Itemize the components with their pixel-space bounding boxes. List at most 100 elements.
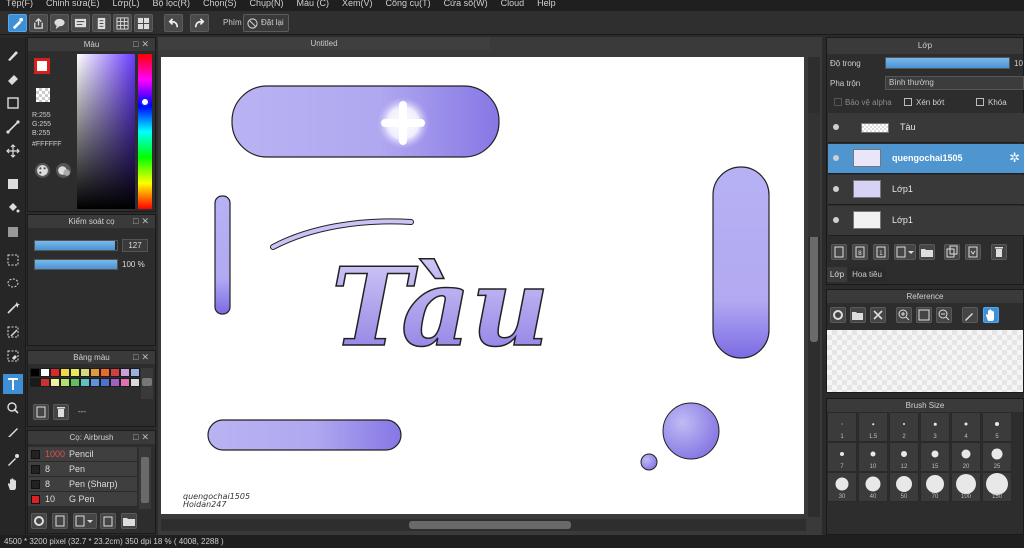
layer-opacity-slider[interactable] xyxy=(885,57,1010,69)
layer-list-scrollbar[interactable] xyxy=(808,113,820,237)
swatch-color[interactable] xyxy=(120,368,130,377)
new-layer-button[interactable] xyxy=(831,244,847,260)
swatch-color[interactable] xyxy=(90,378,100,387)
swatch-color[interactable] xyxy=(130,378,140,387)
menu-color[interactable]: Màu (C) xyxy=(291,0,337,9)
brush-opacity-slider[interactable] xyxy=(34,259,118,270)
add-layer-dropdown-button[interactable] xyxy=(894,244,916,260)
fill-rect-tool[interactable] xyxy=(3,174,23,194)
saturation-value-picker[interactable] xyxy=(77,54,135,209)
brush-size-cell[interactable]: 50 xyxy=(889,472,919,502)
brush-duplicate-button[interactable] xyxy=(100,513,116,529)
magic-wand-tool[interactable] xyxy=(3,298,23,318)
brush-size-cell[interactable]: 100 xyxy=(951,472,981,502)
panel-controls-icon[interactable]: □✕ xyxy=(133,351,152,364)
foreground-color-swatch[interactable] xyxy=(34,58,50,74)
drawing-canvas[interactable]: Tàu quengochai1505 Hoidan247 xyxy=(161,57,804,514)
reference-settings-button[interactable] xyxy=(830,307,846,323)
rect-select-tool[interactable] xyxy=(3,93,23,113)
visibility-icon[interactable] xyxy=(833,186,839,192)
hue-handle[interactable] xyxy=(140,97,150,107)
reference-image-area[interactable] xyxy=(827,330,1023,392)
document-tab[interactable]: Untitled xyxy=(158,37,490,50)
brush-size-cell[interactable]: 1.5 xyxy=(858,412,888,442)
pattern-button[interactable] xyxy=(134,14,153,32)
brush-size-cell[interactable]: 30 xyxy=(827,472,857,502)
menu-window[interactable]: Cửa sổ(W) xyxy=(438,0,495,9)
swatch-color[interactable] xyxy=(120,378,130,387)
menu-layer[interactable]: Lớp(L) xyxy=(107,0,147,9)
brush-size-cell[interactable]: 40 xyxy=(858,472,888,502)
merge-layer-button[interactable] xyxy=(965,244,981,260)
delete-swatch-button[interactable] xyxy=(53,404,69,420)
new-layer-1bit-button[interactable]: 1 xyxy=(873,244,889,260)
brush-size-cell[interactable]: 12 xyxy=(889,442,919,472)
horizontal-scroll-thumb[interactable] xyxy=(409,521,571,529)
swatch-color[interactable] xyxy=(110,368,120,377)
paint-mode-button[interactable] xyxy=(8,14,27,32)
lock-checkbox[interactable] xyxy=(976,98,984,106)
brush-size-cell[interactable]: 4 xyxy=(951,412,981,442)
brush-size-value[interactable]: 127 xyxy=(122,239,148,252)
swatch-scroll-thumb[interactable] xyxy=(142,378,152,386)
redo-button[interactable] xyxy=(190,14,209,32)
knife-tool[interactable] xyxy=(3,422,23,442)
operation-tool[interactable] xyxy=(3,398,23,418)
brush-settings-button[interactable] xyxy=(31,513,47,529)
swatch-color[interactable] xyxy=(40,368,50,377)
new-swatch-button[interactable] xyxy=(33,404,49,420)
reference-eyedropper-button[interactable] xyxy=(962,307,978,323)
export-button[interactable] xyxy=(29,14,48,32)
brush-size-cell[interactable]: 5 xyxy=(982,412,1012,442)
color-set-button[interactable] xyxy=(56,163,71,178)
menu-help[interactable]: Help xyxy=(531,0,563,9)
swatch-color[interactable] xyxy=(90,368,100,377)
menu-file[interactable]: Tệp(F) xyxy=(0,0,40,9)
tab-layer[interactable]: Lớp xyxy=(827,267,847,282)
swatch-color[interactable] xyxy=(60,378,70,387)
hue-slider[interactable] xyxy=(138,54,152,209)
visibility-icon[interactable] xyxy=(833,155,839,161)
eyedropper-tool[interactable] xyxy=(3,450,23,470)
layer-row[interactable]: Lớp1 xyxy=(828,206,1024,236)
vertical-scroll-thumb[interactable] xyxy=(810,232,818,342)
layer-row[interactable]: quengochai1505 ✲ xyxy=(828,144,1024,174)
text-tool[interactable] xyxy=(3,374,23,394)
swatch-color[interactable] xyxy=(70,378,80,387)
brush-size-cell[interactable]: 10 xyxy=(858,442,888,472)
clip-checkbox[interactable] xyxy=(904,98,912,106)
menu-select[interactable]: Chọn(S) xyxy=(197,0,244,9)
brush-size-cell[interactable]: 2 xyxy=(889,412,919,442)
brush-size-cell[interactable]: 3 xyxy=(920,412,950,442)
menu-filter[interactable]: Bộ lọc(R) xyxy=(146,0,197,9)
brush-size-cell[interactable]: 150 xyxy=(982,472,1012,502)
gradient-tool[interactable] xyxy=(3,222,23,242)
brush-list-scrollbar[interactable] xyxy=(139,447,151,509)
brush-size-cell[interactable]: 25 xyxy=(982,442,1012,472)
move-tool[interactable] xyxy=(3,141,23,161)
undo-button[interactable] xyxy=(164,14,183,32)
swatch-color[interactable] xyxy=(100,378,110,387)
brush-new-button[interactable] xyxy=(52,513,68,529)
swatch-color[interactable] xyxy=(80,368,90,377)
reference-zoom-in-button[interactable] xyxy=(896,307,912,323)
brush-folder-button[interactable] xyxy=(121,513,137,529)
reference-close-button[interactable] xyxy=(870,307,886,323)
menu-cloud[interactable]: Cloud xyxy=(495,0,532,9)
reference-open-button[interactable] xyxy=(850,307,866,323)
line-tool[interactable] xyxy=(3,117,23,137)
bucket-tool[interactable] xyxy=(3,198,23,218)
panel-controls-icon[interactable]: □✕ xyxy=(133,431,152,444)
swatch-color[interactable] xyxy=(70,368,80,377)
swatch-color[interactable] xyxy=(30,368,40,377)
brush-tool[interactable] xyxy=(3,45,23,65)
reference-fit-button[interactable] xyxy=(916,307,932,323)
menu-edit[interactable]: Chỉnh sửa(E) xyxy=(40,0,107,9)
swatch-color[interactable] xyxy=(50,378,60,387)
page-button[interactable] xyxy=(92,14,111,32)
swatch-color[interactable] xyxy=(60,368,70,377)
background-color-swatch[interactable] xyxy=(36,88,50,102)
comment-button[interactable] xyxy=(50,14,69,32)
layer-row[interactable]: Tàu xyxy=(828,113,1024,143)
swatch-scrollbar[interactable] xyxy=(141,368,153,399)
